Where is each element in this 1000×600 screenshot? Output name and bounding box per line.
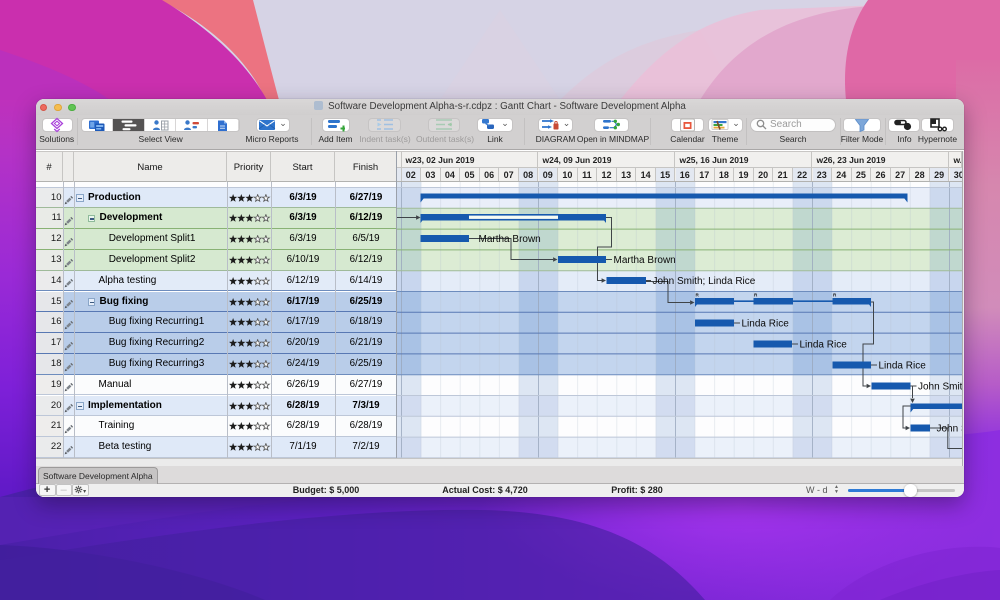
svg-text:John Smith; Linda Rice: John Smith; Linda Rice [918,382,962,393]
svg-text:John Smith; Linda Rice: John Smith; Linda Rice [937,424,963,435]
svg-text:Linda Rice: Linda Rice [800,340,848,351]
svg-text:Martha Brown: Martha Brown [479,234,541,245]
svg-text:Martha Brown: Martha Brown [614,255,676,266]
svg-text:John Smith; Linda Rice: John Smith; Linda Rice [653,276,756,287]
svg-text:Linda Rice: Linda Rice [742,319,790,330]
svg-text:Linda Rice: Linda Rice [879,361,927,372]
